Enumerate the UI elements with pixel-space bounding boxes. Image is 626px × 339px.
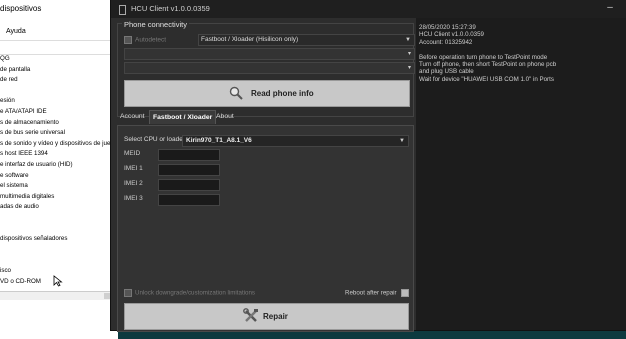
device-tree-item[interactable]: e ATA/ATAPI IDE bbox=[0, 108, 47, 115]
imei2-field[interactable] bbox=[158, 179, 220, 191]
device-tree-item[interactable]: esión bbox=[0, 97, 15, 104]
window-minimize-button[interactable]: – bbox=[601, 0, 619, 18]
device-manager-title: dispositivos bbox=[0, 4, 42, 13]
phone-connectivity-group: Phone connectivity Autodetect Fastboot /… bbox=[117, 20, 415, 117]
device-tree-item[interactable]: e software bbox=[0, 172, 29, 179]
imei1-row: IMEI 1 bbox=[124, 165, 143, 172]
log-line: HCU Client v1.0.0.0359 bbox=[419, 31, 485, 39]
tools-icon bbox=[243, 308, 258, 322]
log-panel: 28/05/2020 15:27:39 HCU Client v1.0.0.035… bbox=[416, 18, 626, 330]
device-manager-window: dispositivos Ayuda QG de pantalla de red es… bbox=[0, 0, 118, 339]
connection-mode-value: Fastboot / Xloader (Hisilicon only) bbox=[201, 36, 299, 43]
menu-help[interactable]: Ayuda bbox=[6, 28, 26, 35]
port-select[interactable]: ▾ bbox=[124, 48, 415, 60]
device-tree-item[interactable]: multimedia digitales bbox=[0, 193, 54, 200]
hcu-client-window: HCU Client v1.0.0.0359 – Phone connectiv… bbox=[110, 0, 626, 332]
imei3-label: IMEI 3 bbox=[124, 195, 143, 202]
device-tree-item[interactable]: s de bus serie universal bbox=[0, 129, 65, 136]
read-phone-info-button[interactable]: Read phone info bbox=[124, 80, 410, 107]
meid-row: MEID bbox=[124, 150, 140, 157]
repair-button[interactable]: Repair bbox=[124, 303, 409, 330]
autodetect-checkbox[interactable]: Autodetect bbox=[124, 36, 166, 44]
log-output: 28/05/2020 15:27:39 HCU Client v1.0.0.035… bbox=[419, 24, 624, 83]
reboot-after-repair-checkbox[interactable]: Reboot after repair bbox=[345, 289, 409, 297]
device-tree-item[interactable]: de red bbox=[0, 76, 18, 83]
device-tree-item[interactable]: adas de audio bbox=[0, 203, 39, 210]
app-icon bbox=[119, 5, 126, 15]
left-panel: Phone connectivity Autodetect Fastboot /… bbox=[111, 18, 416, 332]
imei3-row: IMEI 3 bbox=[124, 195, 143, 202]
unlock-check-icon[interactable] bbox=[124, 289, 132, 297]
device-select[interactable]: ▾ bbox=[124, 62, 415, 74]
log-line: and plug USB cable bbox=[419, 68, 474, 76]
device-tree-item[interactable]: e interfaz de usuario (HID) bbox=[0, 161, 73, 168]
device-tree-item[interactable]: isco bbox=[0, 267, 11, 274]
fastboot-panel: Select CPU or loader Kirin970_T1_A8.1_V6… bbox=[117, 125, 414, 332]
meid-label: MEID bbox=[124, 150, 141, 157]
log-line: Account: 01325942 bbox=[419, 38, 473, 46]
log-line: Before operation turn phone to TestPoint… bbox=[419, 53, 548, 61]
magnifier-icon bbox=[229, 86, 243, 100]
meid-field[interactable] bbox=[158, 149, 220, 161]
reboot-after-repair-label: Reboot after repair bbox=[345, 289, 397, 297]
chevron-down-icon[interactable]: ▾ bbox=[408, 63, 411, 73]
tab-account[interactable]: Account bbox=[117, 110, 148, 123]
imei1-label: IMEI 1 bbox=[124, 165, 143, 172]
reboot-check-icon[interactable] bbox=[400, 289, 409, 297]
cpu-loader-label: Select CPU or loader bbox=[124, 136, 186, 143]
connection-mode-select[interactable]: Fastboot / Xloader (Hisilicon only) ▼ bbox=[198, 34, 415, 46]
app-title: HCU Client v1.0.0.0359 bbox=[131, 4, 210, 13]
device-tree-item[interactable]: s de sonido y vídeo y dispositivos de ju… bbox=[0, 140, 110, 147]
chevron-down-icon[interactable]: ▼ bbox=[405, 35, 411, 45]
device-tree-item[interactable]: VD o CD-ROM bbox=[0, 278, 41, 285]
autodetect-label: Autodetect bbox=[135, 36, 167, 44]
device-manager-titlebar: dispositivos bbox=[0, 0, 118, 22]
repair-label: Repair bbox=[263, 312, 288, 321]
tab-bar: Account Fastboot / Xloader About bbox=[117, 110, 412, 124]
unlock-limitations-checkbox[interactable]: Unlock downgrade/customization limitatio… bbox=[124, 289, 255, 297]
cpu-loader-select[interactable]: Kirin970_T1_A8.1_V6 ▼ bbox=[182, 135, 409, 147]
tab-fastboot-xloader[interactable]: Fastboot / Xloader bbox=[149, 110, 217, 124]
device-tree-item[interactable]: s de almacenamiento bbox=[0, 119, 59, 126]
device-tree-item[interactable]: dispositivos señaladores bbox=[0, 235, 67, 242]
tab-about[interactable]: About bbox=[213, 110, 237, 123]
device-tree-item[interactable]: de pantalla bbox=[0, 66, 30, 73]
device-tree-item[interactable]: el sistema bbox=[0, 182, 28, 189]
mouse-cursor-icon bbox=[53, 275, 63, 287]
phone-connectivity-legend: Phone connectivity bbox=[122, 20, 189, 29]
log-line: Wait for device "HUAWEI USB COM 1.0" in … bbox=[419, 75, 554, 83]
imei2-row: IMEI 2 bbox=[124, 180, 143, 187]
imei1-field[interactable] bbox=[158, 164, 220, 176]
unlock-limitations-label: Unlock downgrade/customization limitatio… bbox=[135, 289, 256, 297]
imei2-label: IMEI 2 bbox=[124, 180, 143, 187]
device-manager-statusbar bbox=[0, 300, 118, 339]
chevron-down-icon[interactable]: ▾ bbox=[408, 49, 411, 59]
autodetect-check-icon[interactable] bbox=[124, 36, 132, 44]
read-phone-info-label: Read phone info bbox=[251, 89, 314, 98]
imei3-field[interactable] bbox=[158, 194, 220, 206]
device-tree-item[interactable]: s host IEEE 1394 bbox=[0, 150, 48, 157]
app-titlebar: HCU Client v1.0.0.0359 – bbox=[111, 0, 626, 18]
device-manager-toolbar bbox=[0, 40, 118, 55]
log-line: Turn off phone, then short TestPoint on … bbox=[419, 60, 557, 68]
cpu-loader-value: Kirin970_T1_A8.1_V6 bbox=[186, 137, 252, 144]
log-line: 28/05/2020 15:27:39 bbox=[419, 24, 476, 31]
device-tree-item[interactable]: QG bbox=[0, 55, 10, 62]
chevron-down-icon[interactable]: ▼ bbox=[399, 136, 405, 146]
